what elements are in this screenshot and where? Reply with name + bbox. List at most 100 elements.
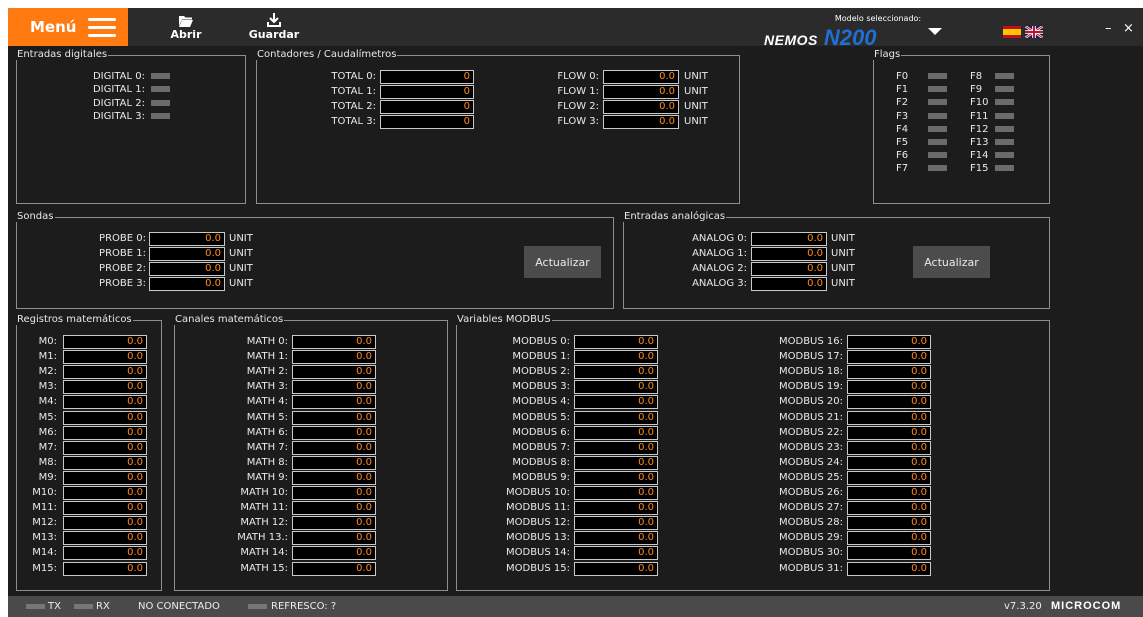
total-value[interactable]: 0 <box>380 115 474 129</box>
math-channel-value[interactable]: 0.0 <box>292 486 376 500</box>
math-register-value[interactable]: 0.0 <box>63 486 147 500</box>
modbus-value[interactable]: 0.0 <box>574 350 658 365</box>
uk-flag-icon[interactable] <box>1024 23 1044 39</box>
math-channel-value[interactable]: 0.0 <box>292 380 376 395</box>
modbus-value[interactable]: 0.0 <box>847 410 931 425</box>
modbus-value[interactable]: 0.0 <box>574 335 658 349</box>
analog-value[interactable]: 0.0 <box>751 262 827 276</box>
modbus-value[interactable]: 0.0 <box>574 380 658 395</box>
modbus-value[interactable]: 0.0 <box>847 335 931 349</box>
math-register-value[interactable]: 0.0 <box>63 546 147 561</box>
modbus-value[interactable]: 0.0 <box>574 516 658 531</box>
total-value[interactable]: 0 <box>380 70 474 84</box>
math-channel-value[interactable]: 0.0 <box>292 531 376 546</box>
math-register-label: M0: <box>38 336 57 347</box>
save-button[interactable]: Guardar <box>248 10 300 41</box>
flag-label: F2 <box>896 97 909 109</box>
math-channel-value[interactable]: 0.0 <box>292 561 376 576</box>
modbus-value[interactable]: 0.0 <box>847 516 931 531</box>
math-channel-value[interactable]: 0.0 <box>292 516 376 531</box>
flow-value[interactable]: 0.0 <box>603 115 679 129</box>
modbus-label: MODBUS 3: <box>512 381 570 393</box>
modbus-value[interactable]: 0.0 <box>574 410 658 425</box>
probe-value[interactable]: 0.0 <box>149 232 225 246</box>
analog-value[interactable]: 0.0 <box>751 247 827 261</box>
modbus-value[interactable]: 0.0 <box>847 470 931 485</box>
probe-value[interactable]: 0.0 <box>149 262 225 276</box>
flow-value[interactable]: 0.0 <box>603 70 679 84</box>
math-channel-value[interactable]: 0.0 <box>292 470 376 485</box>
modbus-value[interactable]: 0.0 <box>847 501 931 516</box>
modbus-value[interactable]: 0.0 <box>574 470 658 485</box>
modbus-value[interactable]: 0.0 <box>847 546 931 561</box>
modbus-value[interactable]: 0.0 <box>847 380 931 395</box>
math-register-label: M11: <box>32 502 57 514</box>
math-channel-value[interactable]: 0.0 <box>292 425 376 440</box>
spain-flag-icon[interactable] <box>1003 23 1021 38</box>
math-register-value[interactable]: 0.0 <box>63 395 147 410</box>
math-channel-value[interactable]: 0.0 <box>292 501 376 516</box>
group-title: Flags <box>874 49 901 60</box>
math-register-value[interactable]: 0.0 <box>63 410 147 425</box>
close-button[interactable]: × <box>1123 21 1134 36</box>
math-channel-value[interactable]: 0.0 <box>292 410 376 425</box>
modbus-value[interactable]: 0.0 <box>574 561 658 576</box>
math-register-value[interactable]: 0.0 <box>63 561 147 576</box>
modbus-value[interactable]: 0.0 <box>847 561 931 576</box>
modbus-value[interactable]: 0.0 <box>574 440 658 455</box>
open-button[interactable]: Abrir <box>168 10 204 41</box>
modbus-value[interactable]: 0.0 <box>847 365 931 380</box>
modbus-value[interactable]: 0.0 <box>847 395 931 410</box>
math-register-value[interactable]: 0.0 <box>63 455 147 470</box>
math-channel-value[interactable]: 0.0 <box>292 350 376 365</box>
math-register-value[interactable]: 0.0 <box>63 350 147 365</box>
flow-unit: UNIT <box>684 86 708 97</box>
math-channel-value[interactable]: 0.0 <box>292 395 376 410</box>
minimize-button[interactable]: – <box>1105 21 1112 36</box>
modbus-value[interactable]: 0.0 <box>847 455 931 470</box>
math-channel-value[interactable]: 0.0 <box>292 546 376 561</box>
modbus-value[interactable]: 0.0 <box>574 546 658 561</box>
digital-input-label: DIGITAL 1: <box>92 84 145 96</box>
total-value[interactable]: 0 <box>380 100 474 114</box>
modbus-value[interactable]: 0.0 <box>847 425 931 440</box>
math-channel-value[interactable]: 0.0 <box>292 335 376 349</box>
modbus-value[interactable]: 0.0 <box>847 486 931 500</box>
math-register-value[interactable]: 0.0 <box>63 470 147 485</box>
math-register-value[interactable]: 0.0 <box>63 501 147 516</box>
modbus-label: MODBUS 23: <box>779 441 843 453</box>
modbus-value[interactable]: 0.0 <box>574 425 658 440</box>
math-register-value[interactable]: 0.0 <box>63 425 147 440</box>
flow-value[interactable]: 0.0 <box>603 85 679 99</box>
total-value[interactable]: 0 <box>380 85 474 99</box>
modbus-value[interactable]: 0.0 <box>574 531 658 546</box>
math-channel-value[interactable]: 0.0 <box>292 365 376 380</box>
menu-button[interactable]: Menú <box>8 8 128 46</box>
modbus-value[interactable]: 0.0 <box>847 350 931 365</box>
modbus-value[interactable]: 0.0 <box>574 486 658 500</box>
math-register-value[interactable]: 0.0 <box>63 335 147 349</box>
modbus-value[interactable]: 0.0 <box>574 365 658 380</box>
modbus-value[interactable]: 0.0 <box>574 455 658 470</box>
flag-led <box>995 152 1014 159</box>
flow-value[interactable]: 0.0 <box>603 100 679 114</box>
analog-value[interactable]: 0.0 <box>751 277 827 291</box>
probe-value[interactable]: 0.0 <box>149 247 225 261</box>
math-register-value[interactable]: 0.0 <box>63 440 147 455</box>
probe-value[interactable]: 0.0 <box>149 277 225 291</box>
modbus-value[interactable]: 0.0 <box>847 531 931 546</box>
probes-update-button[interactable]: Actualizar <box>524 246 601 278</box>
math-channel-value[interactable]: 0.0 <box>292 440 376 455</box>
math-register-value[interactable]: 0.0 <box>63 531 147 546</box>
math-channel-value[interactable]: 0.0 <box>292 455 376 470</box>
modbus-value[interactable]: 0.0 <box>847 440 931 455</box>
modbus-value[interactable]: 0.0 <box>574 501 658 516</box>
math-channel-label: MATH 6: <box>246 426 288 438</box>
math-register-value[interactable]: 0.0 <box>63 380 147 395</box>
math-register-value[interactable]: 0.0 <box>63 365 147 380</box>
math-register-value[interactable]: 0.0 <box>63 516 147 531</box>
analog-update-button[interactable]: Actualizar <box>913 246 990 278</box>
caret-down-icon[interactable] <box>928 28 942 35</box>
modbus-value[interactable]: 0.0 <box>574 395 658 410</box>
analog-value[interactable]: 0.0 <box>751 232 827 246</box>
